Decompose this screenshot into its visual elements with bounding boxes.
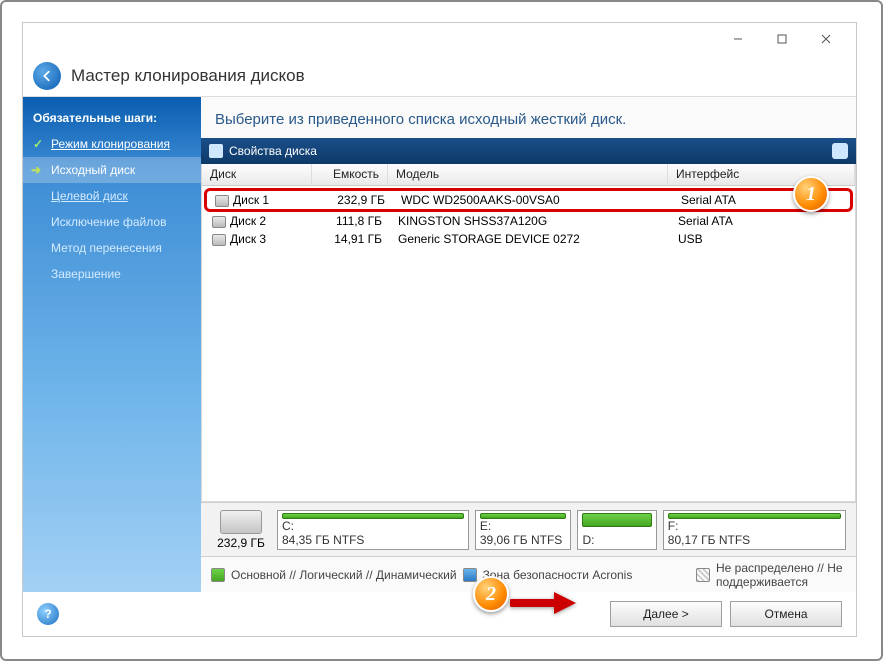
next-button[interactable]: Далее > <box>610 601 722 627</box>
legend-swatch-unalloc <box>696 568 710 582</box>
legend-acronis: Зона безопасности Acronis <box>483 568 633 582</box>
table-row[interactable]: Диск 1 232,9 ГБ WDC WD2500AAKS-00VSA0 Se… <box>204 188 853 212</box>
cell-name: Диск 3 <box>230 232 266 246</box>
properties-label: Свойства диска <box>229 144 317 158</box>
titlebar <box>23 23 856 55</box>
disk-total: 232,9 ГБ <box>211 510 271 550</box>
sidebar-item-label: Режим клонирования <box>51 137 170 151</box>
sidebar-item-label: Завершение <box>51 267 121 281</box>
sidebar-item-mode[interactable]: Режим клонирования <box>23 131 201 157</box>
disk-icon-large <box>220 510 262 534</box>
cell-name: Диск 2 <box>230 214 266 228</box>
wizard-window: Мастер клонирования дисков Обязательные … <box>22 22 857 637</box>
col-interface[interactable]: Интерфейс <box>668 164 855 185</box>
disk-total-label: 232,9 ГБ <box>217 536 265 550</box>
table-header: Диск Емкость Модель Интерфейс <box>202 164 855 186</box>
annotation-arrow <box>510 590 580 619</box>
legend: Основной // Логический // Динамический З… <box>201 556 856 592</box>
partition-c[interactable]: C:84,35 ГБ NTFS <box>277 510 469 550</box>
legend-swatch-acronis <box>463 568 477 582</box>
disk-properties-bar: Свойства диска <box>201 138 856 164</box>
cancel-button[interactable]: Отмена <box>730 601 842 627</box>
cell-capacity: 232,9 ГБ <box>317 193 393 207</box>
table-row[interactable]: Диск 2 111,8 ГБ KINGSTON SHSS37A120G Ser… <box>204 212 853 230</box>
main-panel: Выберите из приведенного списка исходный… <box>201 97 856 592</box>
properties-icon <box>209 144 223 158</box>
cell-model: KINGSTON SHSS37A120G <box>390 214 670 228</box>
instruction-text: Выберите из приведенного списка исходный… <box>201 97 856 138</box>
wizard-title: Мастер клонирования дисков <box>71 66 305 86</box>
sidebar-item-label: Целевой диск <box>51 189 128 203</box>
disk-table: Диск Емкость Модель Интерфейс Диск 1 232… <box>201 164 856 502</box>
partition-f[interactable]: F:80,17 ГБ NTFS <box>663 510 846 550</box>
disk-icon <box>212 216 226 228</box>
sidebar-heading: Обязательные шаги: <box>23 105 201 131</box>
legend-primary: Основной // Логический // Динамический <box>231 568 457 582</box>
partition-d[interactable]: D: <box>577 510 656 550</box>
disk-icon <box>212 234 226 246</box>
table-body: Диск 1 232,9 ГБ WDC WD2500AAKS-00VSA0 Se… <box>202 186 855 501</box>
refresh-icon[interactable] <box>832 143 848 159</box>
sidebar-item-exclude[interactable]: Исключение файлов <box>23 209 201 235</box>
back-button[interactable] <box>33 62 61 90</box>
disk-icon <box>215 195 229 207</box>
annotation-callout-1: 1 <box>793 176 829 212</box>
sidebar-item-finish[interactable]: Завершение <box>23 261 201 287</box>
disk-layout-bar: 232,9 ГБ C:84,35 ГБ NTFS E:39,06 ГБ NTFS… <box>201 502 856 556</box>
col-model[interactable]: Модель <box>388 164 668 185</box>
cell-capacity: 14,91 ГБ <box>314 232 390 246</box>
close-button[interactable] <box>804 25 848 53</box>
cell-capacity: 111,8 ГБ <box>314 214 390 228</box>
sidebar-item-label: Исключение файлов <box>51 215 166 229</box>
sidebar-item-target[interactable]: Целевой диск <box>23 183 201 209</box>
legend-unalloc: Не распределено // Не поддерживается <box>716 561 846 589</box>
button-row: Далее > Отмена <box>610 601 842 627</box>
wizard-body: Обязательные шаги: Режим клонирования Ис… <box>23 97 856 592</box>
sidebar-item-label: Исходный диск <box>51 163 135 177</box>
wizard-header: Мастер клонирования дисков <box>23 55 856 97</box>
table-row[interactable]: Диск 3 14,91 ГБ Generic STORAGE DEVICE 0… <box>204 230 853 248</box>
maximize-button[interactable] <box>760 25 804 53</box>
cell-model: WDC WD2500AAKS-00VSA0 <box>393 193 673 207</box>
sidebar-item-label: Метод перенесения <box>51 241 162 255</box>
footer: ? Далее > Отмена <box>23 592 856 636</box>
cell-name: Диск 1 <box>233 193 269 207</box>
help-button[interactable]: ? <box>37 603 59 625</box>
cell-interface: USB <box>670 232 853 246</box>
partition-e[interactable]: E:39,06 ГБ NTFS <box>475 510 572 550</box>
legend-swatch-primary <box>211 568 225 582</box>
cell-interface: Serial ATA <box>670 214 853 228</box>
sidebar: Обязательные шаги: Режим клонирования Ис… <box>23 97 201 592</box>
col-capacity[interactable]: Емкость <box>312 164 388 185</box>
annotation-callout-2: 2 <box>473 576 509 612</box>
cell-model: Generic STORAGE DEVICE 0272 <box>390 232 670 246</box>
sidebar-item-source[interactable]: Исходный диск <box>23 157 201 183</box>
col-name[interactable]: Диск <box>202 164 312 185</box>
sidebar-item-method[interactable]: Метод перенесения <box>23 235 201 261</box>
minimize-button[interactable] <box>716 25 760 53</box>
